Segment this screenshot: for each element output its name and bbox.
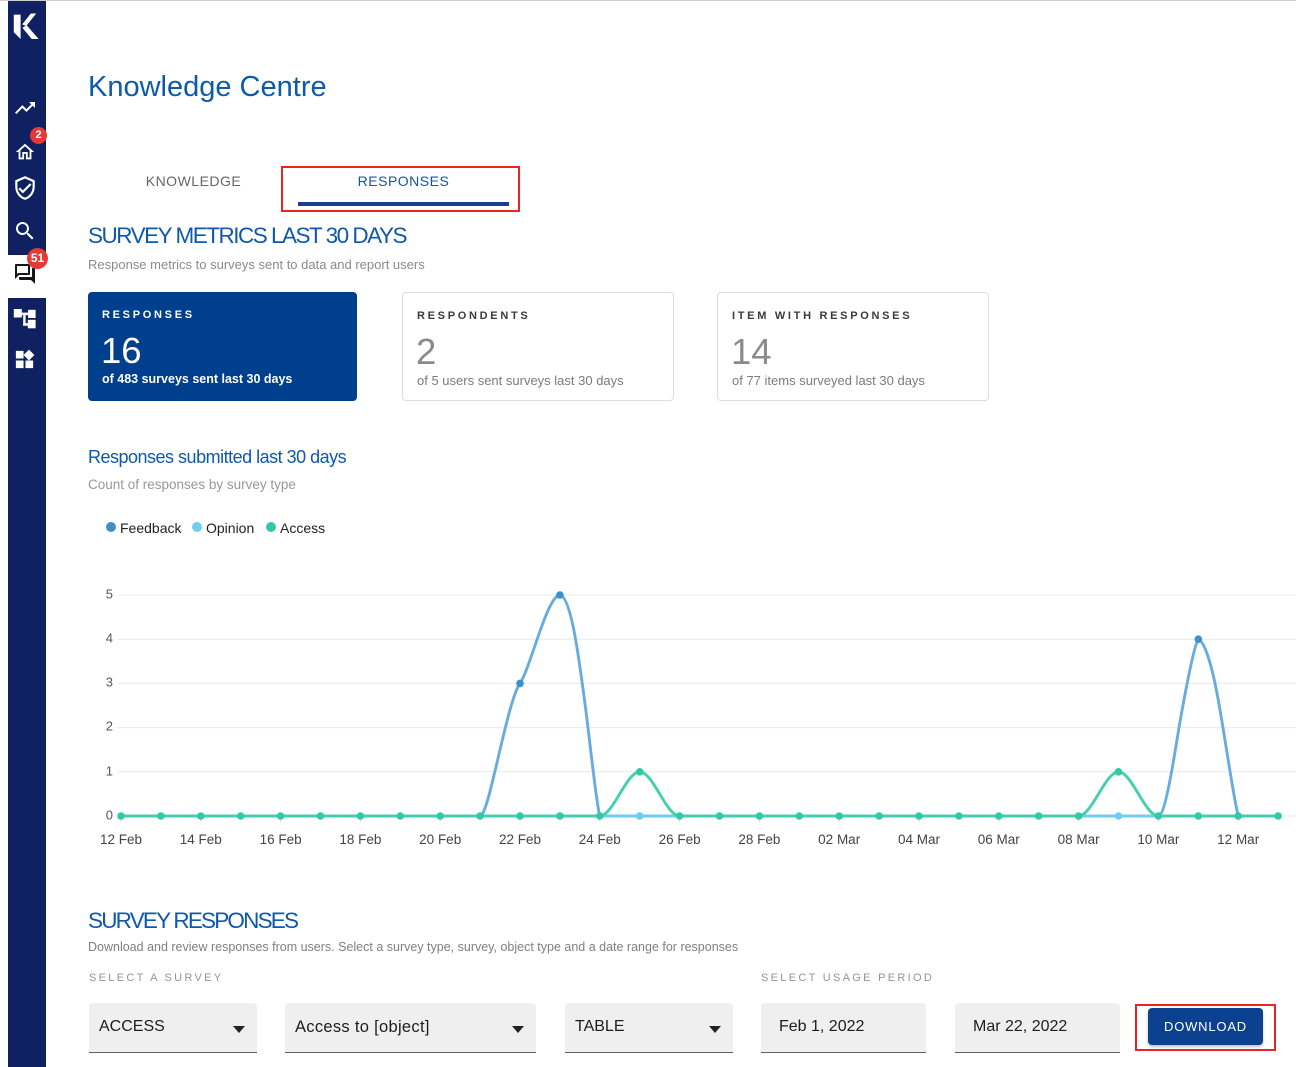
svg-text:14 Feb: 14 Feb <box>180 832 222 847</box>
svg-text:06 Mar: 06 Mar <box>978 832 1021 847</box>
svg-text:24 Feb: 24 Feb <box>579 832 621 847</box>
svg-text:20 Feb: 20 Feb <box>419 832 461 847</box>
svg-text:08 Mar: 08 Mar <box>1058 832 1101 847</box>
svg-text:12 Mar: 12 Mar <box>1217 832 1260 847</box>
svg-text:22 Feb: 22 Feb <box>499 832 541 847</box>
svg-text:18 Feb: 18 Feb <box>339 832 381 847</box>
svg-text:02 Mar: 02 Mar <box>818 832 861 847</box>
svg-text:04 Mar: 04 Mar <box>898 832 941 847</box>
svg-text:28 Feb: 28 Feb <box>738 832 780 847</box>
svg-text:0: 0 <box>106 808 113 823</box>
svg-text:5: 5 <box>106 587 113 602</box>
svg-text:16 Feb: 16 Feb <box>260 832 302 847</box>
svg-text:10 Mar: 10 Mar <box>1137 832 1180 847</box>
svg-text:26 Feb: 26 Feb <box>659 832 701 847</box>
svg-text:2: 2 <box>106 719 113 734</box>
svg-text:4: 4 <box>106 631 113 646</box>
svg-text:1: 1 <box>106 764 113 779</box>
svg-text:12 Feb: 12 Feb <box>100 832 142 847</box>
svg-text:3: 3 <box>106 675 113 690</box>
